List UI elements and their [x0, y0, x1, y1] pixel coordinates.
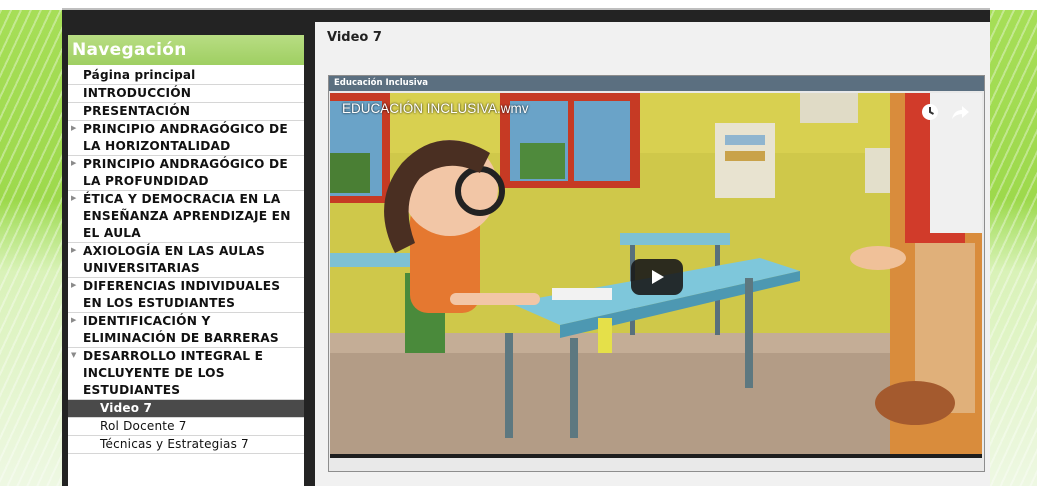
nav-item-label: PRINCIPIO ANDRAGÓGICO DE LA HORIZONTALID…: [83, 122, 288, 153]
nav-item-label: DESARROLLO INTEGRAL E INCLUYENTE DE LOS …: [83, 349, 264, 397]
nav-item-label: ÉTICA Y DEMOCRACIA EN LA ENSEÑANZA APREN…: [83, 192, 291, 240]
nav-item-label: Página principal: [83, 68, 196, 82]
share-icon[interactable]: [949, 101, 971, 123]
nav-item-label: PRESENTACIÓN: [83, 104, 191, 118]
nav-subitem-video-7[interactable]: Video 7: [68, 400, 304, 418]
clock-icon[interactable]: [919, 101, 941, 123]
collapsed-triangle-icon: ▶: [71, 246, 77, 254]
collapsed-triangle-icon: ▶: [71, 281, 77, 289]
nav-item-axiologia[interactable]: ▶ AXIOLOGÍA EN LAS AULAS UNIVERSITARIAS: [68, 243, 304, 278]
nav-item-etica[interactable]: ▶ ÉTICA Y DEMOCRACIA EN LA ENSEÑANZA APRE…: [68, 191, 304, 243]
video-progress-bar[interactable]: [330, 454, 982, 458]
navigation-title: Navegación: [68, 35, 304, 65]
nav-item-presentacion[interactable]: PRESENTACIÓN: [68, 103, 304, 121]
nav-item-diferencias[interactable]: ▶ DIFERENCIAS INDIVIDUALES EN LOS ESTUDIA…: [68, 278, 304, 313]
nav-item-profundidad[interactable]: ▶ PRINCIPIO ANDRAGÓGICO DE LA PROFUNDIDAD: [68, 156, 304, 191]
panel-title: Educación Inclusiva: [329, 76, 984, 91]
nav-item-label: AXIOLOGÍA EN LAS AULAS UNIVERSITARIAS: [83, 244, 265, 275]
nav-item-label: IDENTIFICACIÓN Y ELIMINACIÓN DE BARRERAS: [83, 314, 279, 345]
page-title: Video 7: [327, 30, 382, 45]
collapsed-triangle-icon: ▶: [71, 159, 77, 167]
nav-subitem-tecnicas-7[interactable]: Técnicas y Estrategias 7: [68, 436, 304, 454]
nav-item-barreras[interactable]: ▶ IDENTIFICACIÓN Y ELIMINACIÓN DE BARRERA…: [68, 313, 304, 348]
navigation-block: Navegación Página principal INTRODUCCIÓN…: [68, 35, 304, 486]
collapsed-triangle-icon: ▶: [71, 316, 77, 324]
main-content: Video 7 Educación Inclusiva EDUCACIÓN IN…: [315, 22, 990, 486]
video-title: EDUCACIÓN INCLUSIVA.wmv: [342, 101, 529, 116]
nav-item-horizontalidad[interactable]: ▶ PRINCIPIO ANDRAGÓGICO DE LA HORIZONTALI…: [68, 121, 304, 156]
video-panel: Educación Inclusiva EDUCACIÓN INCLUSIVA.…: [328, 75, 985, 472]
nav-item-label: Rol Docente 7: [100, 419, 187, 433]
nav-item-label: PRINCIPIO ANDRAGÓGICO DE LA PROFUNDIDAD: [83, 157, 288, 188]
nav-item-desarrollo[interactable]: ▼ DESARROLLO INTEGRAL E INCLUYENTE DE LOS…: [68, 348, 304, 400]
expanded-triangle-icon: ▼: [71, 351, 77, 359]
play-icon[interactable]: [631, 259, 683, 295]
navigation-list: Página principal INTRODUCCIÓN PRESENTACI…: [68, 65, 304, 454]
collapsed-triangle-icon: ▶: [71, 124, 77, 132]
video-player[interactable]: EDUCACIÓN INCLUSIVA.wmv: [330, 93, 982, 458]
nav-item-home[interactable]: Página principal: [68, 67, 304, 85]
nav-item-label: DIFERENCIAS INDIVIDUALES EN LOS ESTUDIAN…: [83, 279, 281, 310]
nav-item-label: Video 7: [100, 401, 153, 415]
collapsed-triangle-icon: ▶: [71, 194, 77, 202]
nav-item-label: Técnicas y Estrategias 7: [100, 437, 249, 451]
nav-subitem-rol-docente-7[interactable]: Rol Docente 7: [68, 418, 304, 436]
nav-item-label: INTRODUCCIÓN: [83, 86, 192, 100]
nav-item-introduccion[interactable]: INTRODUCCIÓN: [68, 85, 304, 103]
